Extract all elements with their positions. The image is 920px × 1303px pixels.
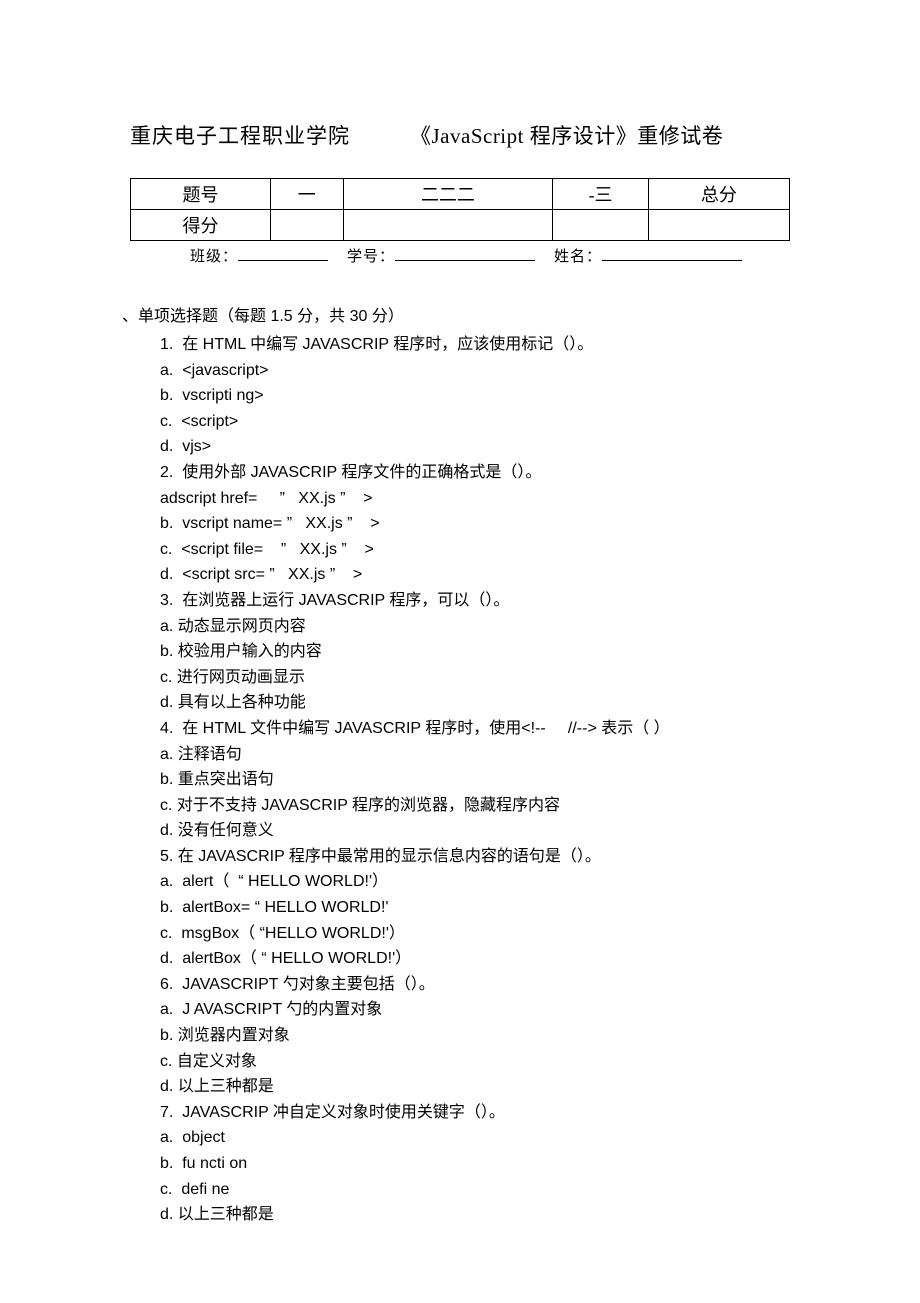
questions-block: 1. 在 HTML 中编写 JAVASCRIP 程序时，应该使用标记（）。a. … <box>130 332 790 1228</box>
question-line: b. alertBox= “ HELLO WORLD!' <box>160 895 790 921</box>
table-score-cell <box>648 210 789 241</box>
question-line: 7. JAVASCRIP 冲自定义对象时使用关键字（）。 <box>160 1100 790 1126</box>
course-title: 《JavaScript 程序设计》重修试卷 <box>410 120 723 150</box>
table-header-label: 题号 <box>131 179 271 210</box>
question-line: d. 以上三种都是 <box>160 1074 790 1100</box>
question-line: d. 以上三种都是 <box>160 1202 790 1228</box>
question-line: a. <javascript> <box>160 358 790 384</box>
table-score-label: 得分 <box>131 210 271 241</box>
table-header-col4: 总分 <box>648 179 789 210</box>
class-label: 班级： <box>190 249 238 265</box>
name-blank <box>602 247 742 261</box>
table-header-col2: 二二二 <box>343 179 553 210</box>
question-line: 2. 使用外部 JAVASCRIP 程序文件的正确格式是（）。 <box>160 460 790 486</box>
name-label: 姓名： <box>554 249 602 265</box>
question-line: adscript href= ” XX.js ” > <box>160 486 790 512</box>
question-line: c. msgBox（ “HELLO WORLD!'） <box>160 921 790 947</box>
question-line: 6. JAVASCRIPT 勺对象主要包括（）。 <box>160 972 790 998</box>
section-heading: 、单项选择题（每题 1.5 分，共 30 分） <box>122 302 790 326</box>
question-line: c. 自定义对象 <box>160 1049 790 1075</box>
page-title-row: 重庆电子工程职业学院 《JavaScript 程序设计》重修试卷 <box>130 120 790 150</box>
question-line: a. 注释语句 <box>160 742 790 768</box>
question-line: b. vscripti ng> <box>160 383 790 409</box>
question-line: 5. 在 JAVASCRIP 程序中最常用的显示信息内容的语句是（）。 <box>160 844 790 870</box>
question-line: a. object <box>160 1125 790 1151</box>
table-header-col3: -三 <box>553 179 648 210</box>
question-line: d. 具有以上各种功能 <box>160 690 790 716</box>
question-line: 1. 在 HTML 中编写 JAVASCRIP 程序时，应该使用标记（）。 <box>160 332 790 358</box>
question-line: c. 对于不支持 JAVASCRIP 程序的浏览器，隐藏程序内容 <box>160 793 790 819</box>
question-line: a. J AVASCRIPT 勺的内置对象 <box>160 997 790 1023</box>
table-score-cell <box>271 210 344 241</box>
question-line: b. 浏览器内置对象 <box>160 1023 790 1049</box>
question-line: c. <script file= ” XX.js ” > <box>160 537 790 563</box>
question-line: 4. 在 HTML 文件中编写 JAVASCRIP 程序时，使用<!-- //-… <box>160 716 790 742</box>
student-info-line: 班级： 学号： 姓名： <box>130 245 790 266</box>
question-line: d. <script src= ” XX.js ” > <box>160 562 790 588</box>
question-line: 3. 在浏览器上运行 JAVASCRIP 程序，可以（）。 <box>160 588 790 614</box>
question-line: d. vjs> <box>160 434 790 460</box>
table-score-cell <box>553 210 648 241</box>
question-line: a. 动态显示网页内容 <box>160 614 790 640</box>
question-line: b. 校验用户输入的内容 <box>160 639 790 665</box>
question-line: c. 进行网页动画显示 <box>160 665 790 691</box>
table-header-col1: 一 <box>271 179 344 210</box>
question-line: d. alertBox（ “ HELLO WORLD!'） <box>160 946 790 972</box>
school-name: 重庆电子工程职业学院 <box>130 120 350 150</box>
question-line: a. alert（ “ HELLO WORLD!'） <box>160 869 790 895</box>
question-line: b. fu ncti on <box>160 1151 790 1177</box>
class-blank <box>238 247 328 261</box>
id-blank <box>395 247 535 261</box>
question-line: c. defi ne <box>160 1177 790 1203</box>
question-line: c. <script> <box>160 409 790 435</box>
question-line: b. 重点突出语句 <box>160 767 790 793</box>
id-label: 学号： <box>347 249 395 265</box>
question-line: b. vscript name= ” XX.js ” > <box>160 511 790 537</box>
score-table: 题号 一 二二二 -三 总分 得分 <box>130 178 790 241</box>
table-score-cell <box>343 210 553 241</box>
question-line: d. 没有任何意义 <box>160 818 790 844</box>
